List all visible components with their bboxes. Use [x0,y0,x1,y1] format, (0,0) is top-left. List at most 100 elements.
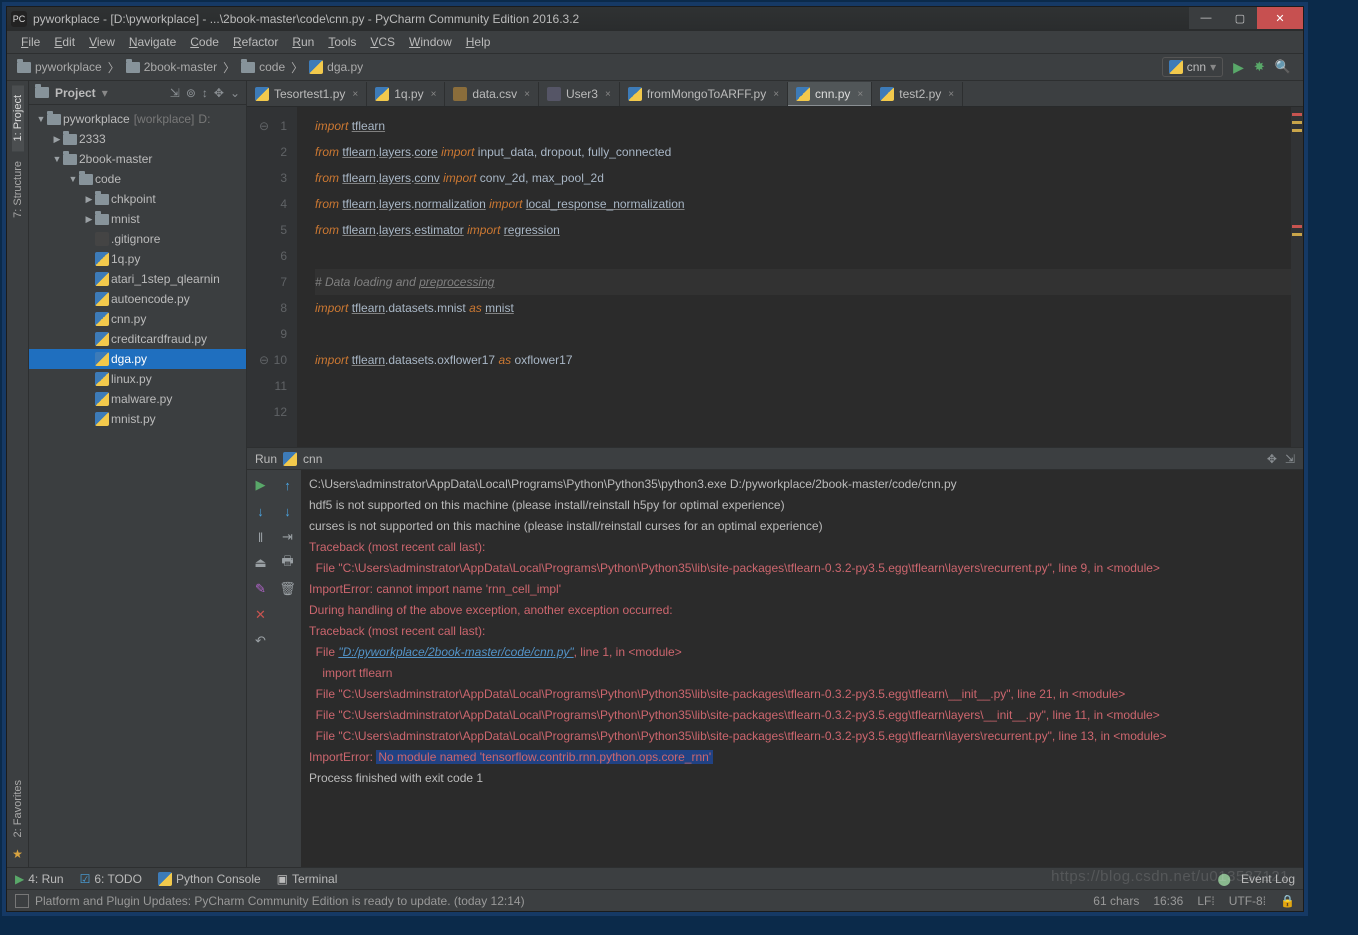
hide-icon[interactable]: ⇲ [1285,452,1295,466]
breadcrumb-item[interactable]: code [235,56,291,78]
debug-button[interactable]: ✸ [1254,59,1265,75]
menu-code[interactable]: Code [184,33,225,51]
tool-tab-structure[interactable]: 7: Structure [12,151,24,228]
close-tab-icon[interactable]: × [352,89,358,100]
breadcrumb-item[interactable]: 2book-master [120,56,223,78]
run-config-selector[interactable]: cnn ▾ [1162,57,1223,77]
editor-tab[interactable]: fromMongoToARFF.py× [620,82,788,106]
up-arrow-button[interactable]: ↑ [279,476,297,494]
close-tab-icon[interactable]: × [857,89,863,100]
tree-item[interactable]: ▼2book-master [29,149,246,169]
close-tab-icon[interactable]: × [948,89,954,100]
error-marker[interactable] [1292,225,1302,228]
minimize-button[interactable]: — [1189,7,1223,29]
title-bar[interactable]: PC pyworkplace - [D:\pyworkplace] - ...\… [7,7,1303,31]
status-widget[interactable]: 61 chars [1093,894,1139,908]
tree-item[interactable]: ▼code [29,169,246,189]
warning-marker[interactable] [1292,233,1302,236]
error-marker[interactable] [1292,113,1302,116]
menu-navigate[interactable]: Navigate [123,33,182,51]
exit-button[interactable]: ⏏ [252,554,270,572]
tree-item[interactable]: dga.py [29,349,246,369]
tree-item[interactable]: autoencode.py [29,289,246,309]
sort-icon[interactable]: ↕ [202,86,208,100]
editor-tab[interactable]: cnn.py× [788,82,872,106]
menu-view[interactable]: View [83,33,121,51]
clear-button[interactable]: 🗑 [279,580,297,598]
status-widget[interactable]: LF⁞ [1197,894,1214,908]
tree-item[interactable]: atari_1step_qlearnin [29,269,246,289]
down-arrow-button[interactable]: ↓ [279,502,297,520]
editor-tab[interactable]: Tesortest1.py× [247,82,367,106]
status-widget[interactable]: 16:36 [1153,894,1183,908]
run-header[interactable]: Run cnn ✥ ⇲ [247,448,1303,470]
menu-refactor[interactable]: Refactor [227,33,284,51]
breadcrumb[interactable]: pyworkplace〉2book-master〉code〉dga.py [11,56,369,78]
project-panel-header[interactable]: Project ▾ ⇲ ⊚ ↕ ✥ ⌄ [29,81,246,105]
editor-tab[interactable]: 1q.py× [367,82,445,106]
tool-tab-project[interactable]: 1: Project [12,85,24,151]
close-tab-icon[interactable]: × [605,89,611,100]
menu-window[interactable]: Window [403,33,458,51]
menu-edit[interactable]: Edit [48,33,81,51]
tree-item[interactable]: .gitignore [29,229,246,249]
editor-tab[interactable]: data.csv× [445,82,539,106]
menu-file[interactable]: File [15,33,46,51]
tree-item[interactable]: 1q.py [29,249,246,269]
tool-button-python-console[interactable]: Python Console [158,872,261,886]
menu-run[interactable]: Run [286,33,320,51]
close-tab-icon[interactable]: × [431,89,437,100]
maximize-button[interactable]: ▢ [1223,7,1257,29]
stop-button[interactable]: ✕ [252,606,270,624]
close-button[interactable]: ✕ [1257,7,1303,29]
tree-item[interactable]: ▶mnist [29,209,246,229]
wrap-button[interactable]: ⇥ [279,528,297,546]
down-button[interactable]: ↓ [252,502,270,520]
code-content[interactable]: ⊖import tflearnfrom tflearn.layers.core … [297,107,1303,447]
restore-button[interactable]: ↶ [252,632,270,650]
target-icon[interactable]: ⊚ [186,86,196,100]
editor-tab[interactable]: User3× [539,82,620,106]
status-message: Platform and Plugin Updates: PyCharm Com… [35,894,525,908]
code-editor[interactable]: 123456789101112 ⊖import tflearnfrom tfle… [247,107,1303,447]
tree-item[interactable]: malware.py [29,389,246,409]
tree-item[interactable]: cnn.py [29,309,246,329]
tree-item[interactable]: ▼pyworkplace[workplace]D: [29,109,246,129]
search-button[interactable]: 🔍 [1275,59,1291,75]
tree-item[interactable]: mnist.py [29,409,246,429]
menu-vcs[interactable]: VCS [364,33,401,51]
print-button[interactable]: 🖶 [279,554,297,572]
tree-item[interactable]: creditcardfraud.py [29,329,246,349]
tree-item[interactable]: ▶chkpoint [29,189,246,209]
collapse-icon[interactable]: ⇲ [170,86,180,100]
chevron-down-icon[interactable]: ▾ [102,86,108,100]
close-tab-icon[interactable]: × [524,89,530,100]
error-stripe[interactable] [1291,107,1303,447]
close-tab-icon[interactable]: × [773,89,779,100]
tool-tab-favorites[interactable]: 2: Favorites [12,770,24,847]
tree-item[interactable]: ▶2333 [29,129,246,149]
project-tree[interactable]: ▼pyworkplace[workplace]D:▶2333▼2book-mas… [29,105,246,867]
menu-tools[interactable]: Tools [322,33,362,51]
editor-tab[interactable]: test2.py× [872,82,963,106]
menu-help[interactable]: Help [460,33,497,51]
warning-marker[interactable] [1292,121,1302,124]
breadcrumb-item[interactable]: pyworkplace [11,56,108,78]
rerun-button[interactable]: ▶ [252,476,270,494]
gear-icon[interactable]: ✥ [1267,452,1277,466]
status-widget[interactable]: UTF-8⁞ [1229,894,1266,908]
tool-button-terminal[interactable]: ▣Terminal [277,872,338,886]
gear-icon[interactable]: ✥ [214,86,224,100]
hide-icon[interactable]: ⌄ [230,86,240,100]
status-widget[interactable]: 🔒 [1280,894,1295,908]
status-icon[interactable] [15,894,29,908]
pause-button[interactable]: ‖ [252,528,270,546]
warning-marker[interactable] [1292,129,1302,132]
tool-button-todo[interactable]: ☑6: TODO [80,872,142,886]
breadcrumb-item[interactable]: dga.py [303,56,369,78]
dump-button[interactable]: ✎ [252,580,270,598]
run-button[interactable]: ▶ [1233,59,1244,76]
tool-button-run[interactable]: ▶4: Run [15,872,64,886]
console-output[interactable]: C:\Users\adminstrator\AppData\Local\Prog… [301,470,1303,867]
tree-item[interactable]: linux.py [29,369,246,389]
